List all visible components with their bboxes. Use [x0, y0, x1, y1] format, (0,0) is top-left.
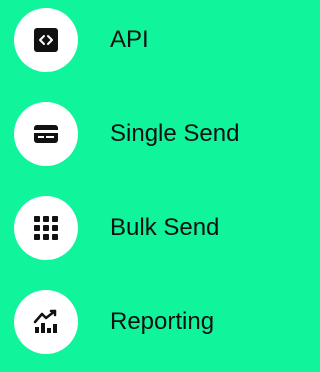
menu-item-label-api: API: [110, 26, 149, 53]
menu-item-reporting[interactable]: Reporting: [14, 290, 214, 354]
card-icon: [34, 125, 58, 143]
chart-icon: [33, 309, 57, 333]
menu-item-bulk-send[interactable]: Bulk Send: [14, 196, 219, 260]
grid-icon: [34, 216, 58, 240]
code-icon: [34, 28, 58, 52]
api-icon-circle: [14, 8, 78, 72]
feature-menu: API Single Send Bulk Send Reporting: [14, 0, 278, 372]
reporting-icon-circle: [14, 290, 78, 354]
menu-item-label-bulk-send: Bulk Send: [110, 214, 220, 241]
menu-item-label-reporting: Reporting: [110, 308, 215, 335]
bulk-send-icon-circle: [14, 196, 78, 260]
single-send-icon-circle: [14, 102, 78, 166]
menu-item-label-single-send: Single Send: [110, 120, 240, 147]
menu-item-single-send[interactable]: Single Send: [14, 102, 239, 166]
menu-item-api[interactable]: API: [14, 8, 149, 72]
